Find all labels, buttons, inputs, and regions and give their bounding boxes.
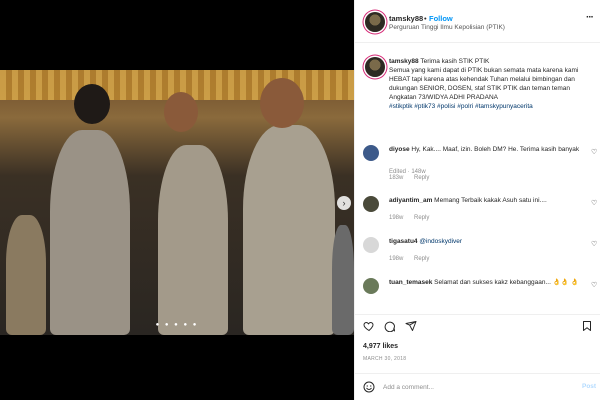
comment-like-heart-icon[interactable]: ♡ — [591, 281, 597, 289]
comment-like-heart-icon[interactable]: ♡ — [591, 148, 597, 156]
post-photo[interactable] — [0, 70, 354, 335]
post-date: MARCH 30, 2018 — [363, 356, 407, 362]
photo-figure-center — [158, 145, 228, 335]
photo-figure-officer-back — [50, 130, 130, 335]
comment-meta: 198w Reply — [389, 215, 438, 221]
comments-list: tamsky88 Terima kasih STIK PTIK Semua ya… — [355, 44, 600, 304]
comment-username[interactable]: diyose — [389, 146, 410, 153]
caption-author-avatar[interactable] — [365, 57, 385, 77]
carousel-next-button[interactable]: › — [337, 196, 351, 210]
post-header: tamsky88 • Follow Perguruan Tinggi Ilmu … — [355, 0, 600, 43]
comment-avatar[interactable] — [363, 278, 379, 294]
comment-username[interactable]: tuan_temasek — [389, 279, 432, 286]
comment-bubble-icon[interactable] — [384, 320, 396, 332]
likes-count[interactable]: 4,977 likes — [363, 343, 398, 350]
comment-age: 198w — [389, 215, 404, 221]
photo-head-center — [164, 92, 198, 132]
comment-age: 183w — [389, 175, 404, 181]
share-paper-plane-icon[interactable] — [405, 320, 417, 332]
author-avatar[interactable] — [365, 12, 385, 32]
post-side-panel: tamsky88 • Follow Perguruan Tinggi Ilmu … — [354, 0, 600, 400]
comment-age: 198w — [389, 256, 404, 262]
caption-title: Terima kasih STIK PTIK — [420, 58, 490, 65]
comment-meta: 183w Reply — [389, 175, 438, 181]
post-media-area: ● ● ● ● ● › — [0, 0, 354, 400]
comment-reply-button[interactable]: Reply — [414, 256, 429, 262]
comment-reply-button[interactable]: Reply — [414, 175, 429, 181]
header-separator-dot: • — [424, 14, 427, 23]
comment-text: adiyantim_am Memang Terbaik kakak Asuh s… — [389, 196, 585, 205]
like-heart-icon[interactable] — [363, 320, 375, 332]
photo-figure-left — [6, 215, 46, 335]
more-options-icon[interactable]: ··· — [586, 12, 594, 23]
post-comment-button[interactable]: Post — [582, 383, 596, 390]
add-comment-bar: Post — [355, 373, 600, 400]
follow-button[interactable]: Follow — [429, 14, 453, 23]
post-location[interactable]: Perguruan Tinggi Ilmu Kepolisian (PTIK) — [389, 24, 505, 31]
caption-username[interactable]: tamsky88 — [389, 58, 419, 65]
comment-text: tigasatu4 @indoskydiver — [389, 237, 585, 246]
save-bookmark-icon[interactable] — [581, 320, 593, 332]
photo-figure-right — [243, 125, 335, 335]
post-action-bar — [355, 314, 600, 332]
photo-head-officer-back — [74, 84, 110, 124]
comment-username[interactable]: adiyantim_am — [389, 197, 432, 204]
comment-body: Hy, Kak.... Maaf, izin. Boleh DM? He. Te… — [411, 146, 580, 153]
comment-text: diyose Hy, Kak.... Maaf, izin. Boleh DM?… — [389, 145, 585, 154]
post-caption: tamsky88 Terima kasih STIK PTIK Semua ya… — [389, 57, 597, 111]
comment-like-heart-icon[interactable]: ♡ — [591, 240, 597, 248]
comment-body: Selamat dan sukses kakz kebanggaan... 👌👌… — [434, 279, 579, 286]
comment-body[interactable]: @indoskydiver — [419, 238, 462, 245]
comment-reply-button[interactable]: Reply — [414, 215, 429, 221]
comment-text: tuan_temasek Selamat dan sukses kakz keb… — [389, 278, 585, 287]
emoji-smiley-icon[interactable] — [363, 381, 375, 393]
comment-body: Memang Terbaik kakak Asuh satu ini.... — [434, 197, 547, 204]
carousel-dots: ● ● ● ● ● — [155, 322, 199, 328]
comment-username[interactable]: tigasatu4 — [389, 238, 418, 245]
comment-like-heart-icon[interactable]: ♡ — [591, 199, 597, 207]
comment-avatar[interactable] — [363, 145, 379, 161]
caption-hashtags[interactable]: #stikptik #ptik73 #polisi #polri #tamsky… — [389, 103, 533, 110]
comment-avatar[interactable] — [363, 237, 379, 253]
caption-body: Semua yang kami dapat di PTIK bukan sema… — [389, 67, 579, 101]
add-comment-input[interactable] — [383, 380, 573, 394]
comment-avatar[interactable] — [363, 196, 379, 212]
photo-figure-far-right — [332, 225, 354, 335]
photo-head-right — [260, 78, 304, 128]
comment-meta: 198w Reply — [389, 256, 438, 262]
author-username[interactable]: tamsky88 — [389, 14, 423, 23]
